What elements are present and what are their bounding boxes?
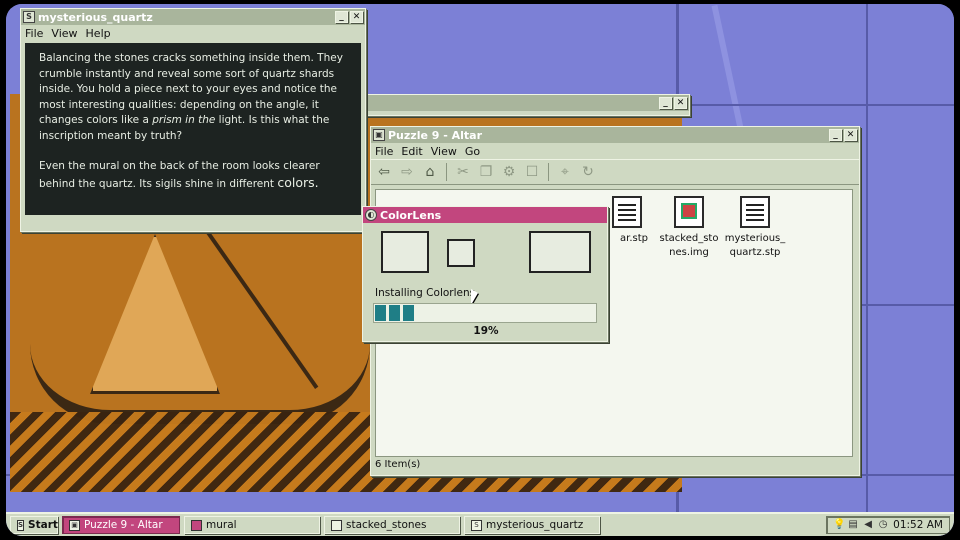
task-mural[interactable]: mural xyxy=(184,516,320,534)
text-window-menubar: File View Help xyxy=(21,25,365,41)
image-icon xyxy=(331,519,342,531)
colorlens-icon: ◐ xyxy=(365,209,377,221)
task-label: mysterious_quartz xyxy=(486,519,584,531)
colorlens-dialog: ◐ ColorLens Installing Colorlens 19% xyxy=(362,206,608,342)
status-bar: 6 Item(s) xyxy=(375,459,421,470)
back-arrow-icon[interactable]: ⇦ xyxy=(375,163,393,181)
minimize-button[interactable]: _ xyxy=(335,11,348,23)
dialog-titlebar[interactable]: ◐ ColorLens xyxy=(363,207,607,223)
menu-go[interactable]: Go xyxy=(465,145,480,158)
menu-view[interactable]: View xyxy=(51,27,77,40)
menu-edit[interactable]: Edit xyxy=(401,145,422,158)
screen: _ ✕ S mysterious_quartz _ ✕ File View He… xyxy=(6,4,954,536)
clock-time: 01:52 AM xyxy=(893,519,943,531)
explorer-toolbar: ⇦ ⇨ ⌂ ✂ ❐ ⚙ ☐ ⌖ ↻ xyxy=(371,159,859,185)
workstation-icon xyxy=(529,231,591,273)
task-stacked-stones[interactable]: stacked_stones xyxy=(324,516,460,534)
task-puzzle-altar[interactable]: ▣ Puzzle 9 - Altar xyxy=(62,516,180,534)
toolbar-separator xyxy=(548,163,549,181)
close-button[interactable]: ✕ xyxy=(844,129,857,141)
copy-icon[interactable]: ❐ xyxy=(477,163,495,181)
document-icon: S xyxy=(471,519,482,531)
volume-icon[interactable]: ◀ xyxy=(863,520,873,530)
explorer-title: Puzzle 9 - Altar xyxy=(388,128,483,142)
file-label: mysterious_ quartz.stp xyxy=(724,233,786,258)
disk-icon xyxy=(447,239,475,267)
close-button[interactable]: ✕ xyxy=(674,97,687,109)
clock-icon: ◷ xyxy=(878,519,888,530)
mural-window-titlebar[interactable]: _ ✕ xyxy=(363,95,689,111)
document-icon xyxy=(740,196,770,228)
document-icon xyxy=(612,196,642,228)
paragraph-1-emphasis: prism in the xyxy=(152,114,216,126)
file-label: stacked_sto nes.img xyxy=(659,233,719,258)
puzzle-icon: ▣ xyxy=(373,129,385,141)
system-tray: 💡 ▤ ◀ ◷ 01:52 AM xyxy=(826,516,950,534)
file-item[interactable]: mysterious_ quartz.stp xyxy=(724,196,786,260)
close-button[interactable]: ✕ xyxy=(350,11,363,23)
puzzle-icon: ▣ xyxy=(69,519,80,531)
task-mysterious-quartz[interactable]: S mysterious_quartz xyxy=(464,516,600,534)
text-content: Balancing the stones cracks something in… xyxy=(25,43,361,215)
forward-arrow-icon[interactable]: ⇨ xyxy=(398,163,416,181)
task-label: mural xyxy=(206,519,237,531)
refresh-icon[interactable]: ↻ xyxy=(579,163,597,181)
cut-icon[interactable]: ✂ xyxy=(454,163,472,181)
text-window-titlebar[interactable]: S mysterious_quartz _ ✕ xyxy=(21,9,365,25)
taskbar: S Start ▣ Puzzle 9 - Altar mural stacked… xyxy=(6,512,954,536)
image-file-icon xyxy=(674,196,704,228)
progress-fill xyxy=(375,305,417,321)
menu-view[interactable]: View xyxy=(431,145,457,158)
up-folder-icon[interactable]: ⌂ xyxy=(421,163,439,181)
progress-bar xyxy=(373,303,597,323)
minimize-button[interactable]: _ xyxy=(659,97,672,109)
progress-label: Installing Colorlens xyxy=(375,287,476,299)
task-label: Puzzle 9 - Altar xyxy=(84,519,163,531)
task-label: stacked_stones xyxy=(346,519,427,531)
text-window: S mysterious_quartz _ ✕ File View Help B… xyxy=(20,8,366,232)
menu-file[interactable]: File xyxy=(375,145,393,158)
menu-help[interactable]: Help xyxy=(86,27,111,40)
start-icon: S xyxy=(17,519,25,531)
lightbulb-icon[interactable]: 💡 xyxy=(833,520,845,530)
paragraph-2: Even the mural on the back of the room l… xyxy=(39,159,351,192)
text-window-title: mysterious_quartz xyxy=(38,10,153,24)
desktop-plank-line xyxy=(866,4,868,536)
network-icon[interactable]: ⌖ xyxy=(556,163,574,181)
menu-file[interactable]: File xyxy=(25,27,43,40)
paragraph-1: Balancing the stones cracks something in… xyxy=(39,51,351,144)
properties-icon[interactable]: ☐ xyxy=(523,163,541,181)
computer-install-icon xyxy=(381,231,429,273)
mural-window: _ ✕ xyxy=(362,94,690,116)
file-item[interactable]: stacked_sto nes.img xyxy=(658,196,720,260)
explorer-titlebar[interactable]: ▣ Puzzle 9 - Altar _ ✕ xyxy=(371,127,859,143)
start-label: Start xyxy=(28,519,58,531)
progress-percent: 19% xyxy=(473,325,499,337)
document-icon: S xyxy=(23,11,35,23)
settings-icon[interactable]: ⚙ xyxy=(500,163,518,181)
paragraph-2-colors-word: colors. xyxy=(277,174,319,190)
explorer-menubar: File Edit View Go xyxy=(371,143,859,159)
dialog-title: ColorLens xyxy=(380,208,442,222)
toolbar-separator xyxy=(446,163,447,181)
minimize-button[interactable]: _ xyxy=(829,129,842,141)
desktop-plank-line xyxy=(682,104,954,106)
image-icon xyxy=(191,519,202,531)
network-icon[interactable]: ▤ xyxy=(848,520,858,530)
start-button[interactable]: S Start xyxy=(10,516,58,534)
